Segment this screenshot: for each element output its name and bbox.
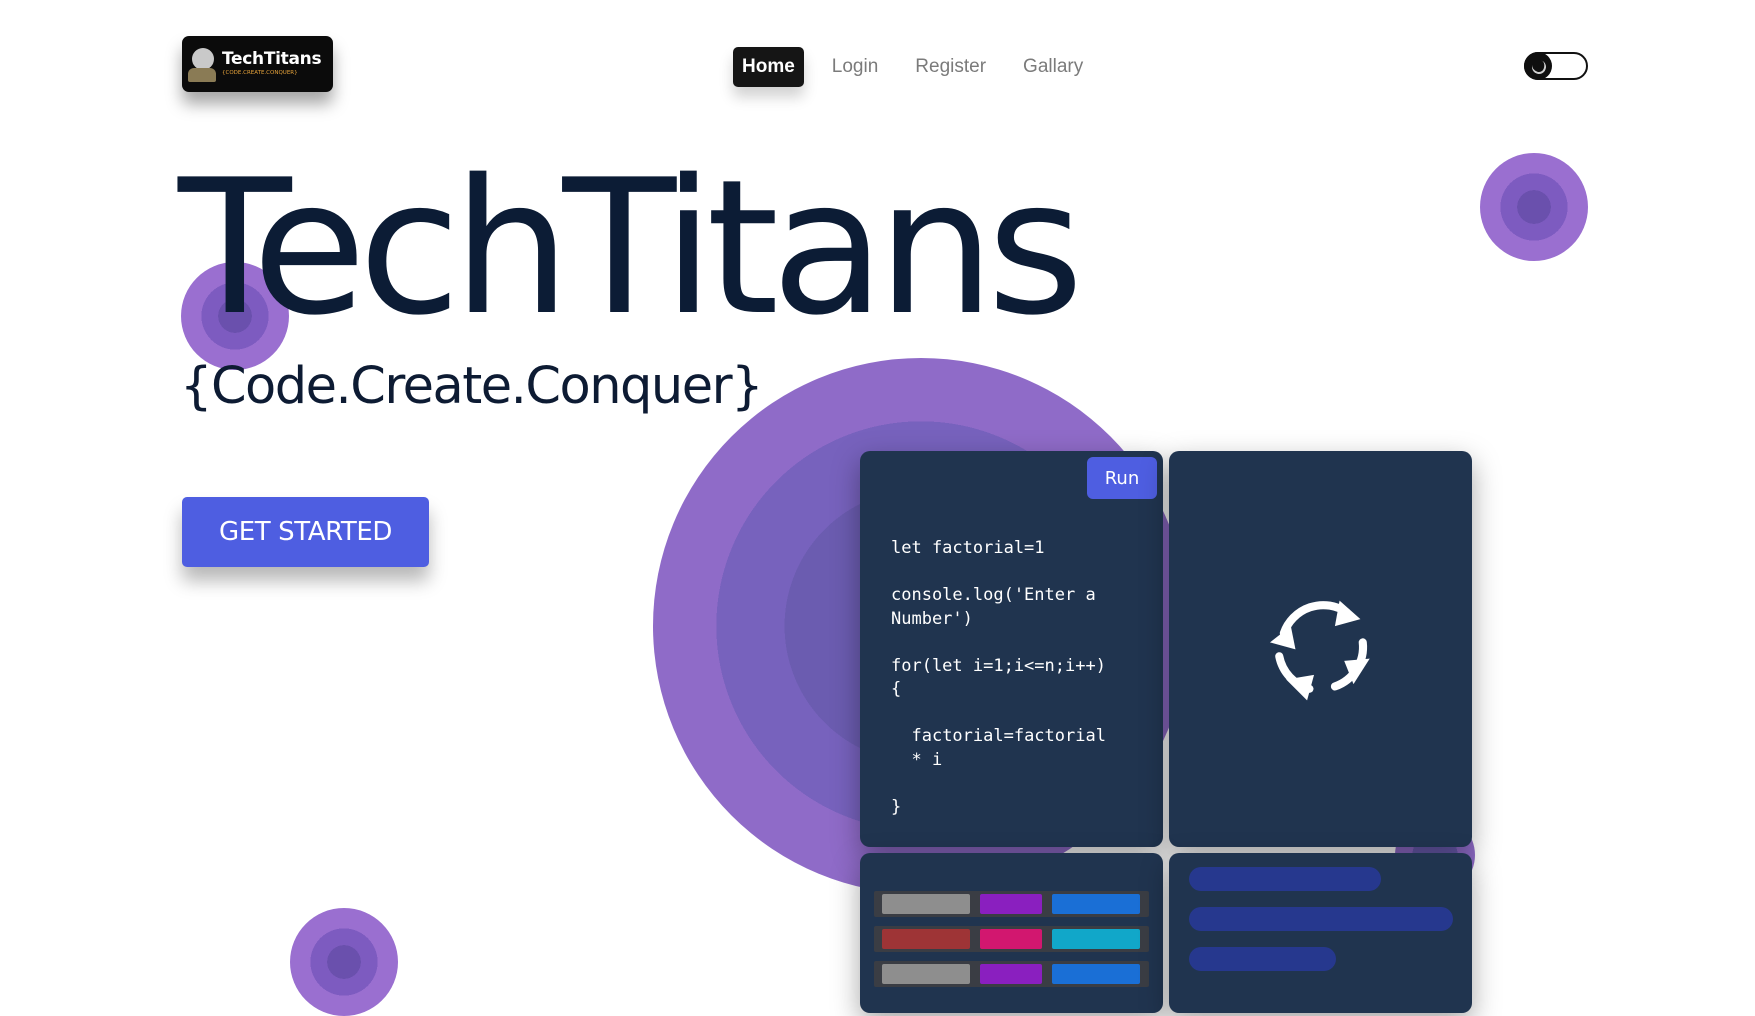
moon-icon: [1523, 51, 1552, 80]
color-palette-card: [860, 853, 1163, 1013]
main-nav: Home Login Register Gallary: [733, 46, 1111, 88]
palette-swatch: [882, 929, 970, 949]
get-started-button[interactable]: GET STARTED: [182, 497, 429, 567]
hero-title: TechTitans: [178, 139, 1084, 356]
palette-swatch: [882, 894, 970, 914]
code-block: let factorial=1 console.log('Enter a Num…: [891, 538, 1106, 817]
run-button[interactable]: Run: [1087, 457, 1157, 499]
logo-title: TechTitans: [222, 49, 322, 69]
palette-swatch: [980, 964, 1042, 984]
mascot-icon: [188, 44, 220, 84]
nav-gallary[interactable]: Gallary: [1014, 47, 1092, 87]
palette-swatch: [980, 929, 1042, 949]
nav-home[interactable]: Home: [733, 47, 804, 87]
nav-login[interactable]: Login: [823, 47, 888, 87]
skeleton-lines-card: [1169, 853, 1472, 1013]
palette-swatch: [980, 894, 1042, 914]
palette-swatch: [882, 964, 970, 984]
logo[interactable]: TechTitans {CODE.CREATE.CONQUER}: [182, 36, 333, 92]
skeleton-line: [1189, 947, 1336, 971]
sync-card: [1169, 451, 1472, 847]
hero-tagline: {Code.Create.Conquer}: [180, 357, 764, 416]
nav-register[interactable]: Register: [906, 47, 995, 87]
palette-row: [874, 926, 1149, 952]
palette-row: [874, 891, 1149, 917]
theme-toggle[interactable]: [1523, 51, 1588, 80]
logo-text: TechTitans {CODE.CREATE.CONQUER}: [222, 49, 322, 78]
palette-swatch: [1052, 894, 1140, 914]
palette-swatch: [1052, 929, 1140, 949]
code-card: Run let factorial=1 console.log('Enter a…: [860, 451, 1163, 847]
skeleton-line: [1189, 907, 1453, 931]
palette-row: [874, 961, 1149, 987]
decorative-ring-top-right: [1480, 153, 1588, 261]
palette-swatch: [1052, 964, 1140, 984]
skeleton-line: [1189, 867, 1381, 891]
sync-arrows-icon: [1269, 600, 1370, 701]
logo-subtitle: {CODE.CREATE.CONQUER}: [222, 70, 298, 76]
decorative-ring-bottom: [290, 908, 398, 1016]
